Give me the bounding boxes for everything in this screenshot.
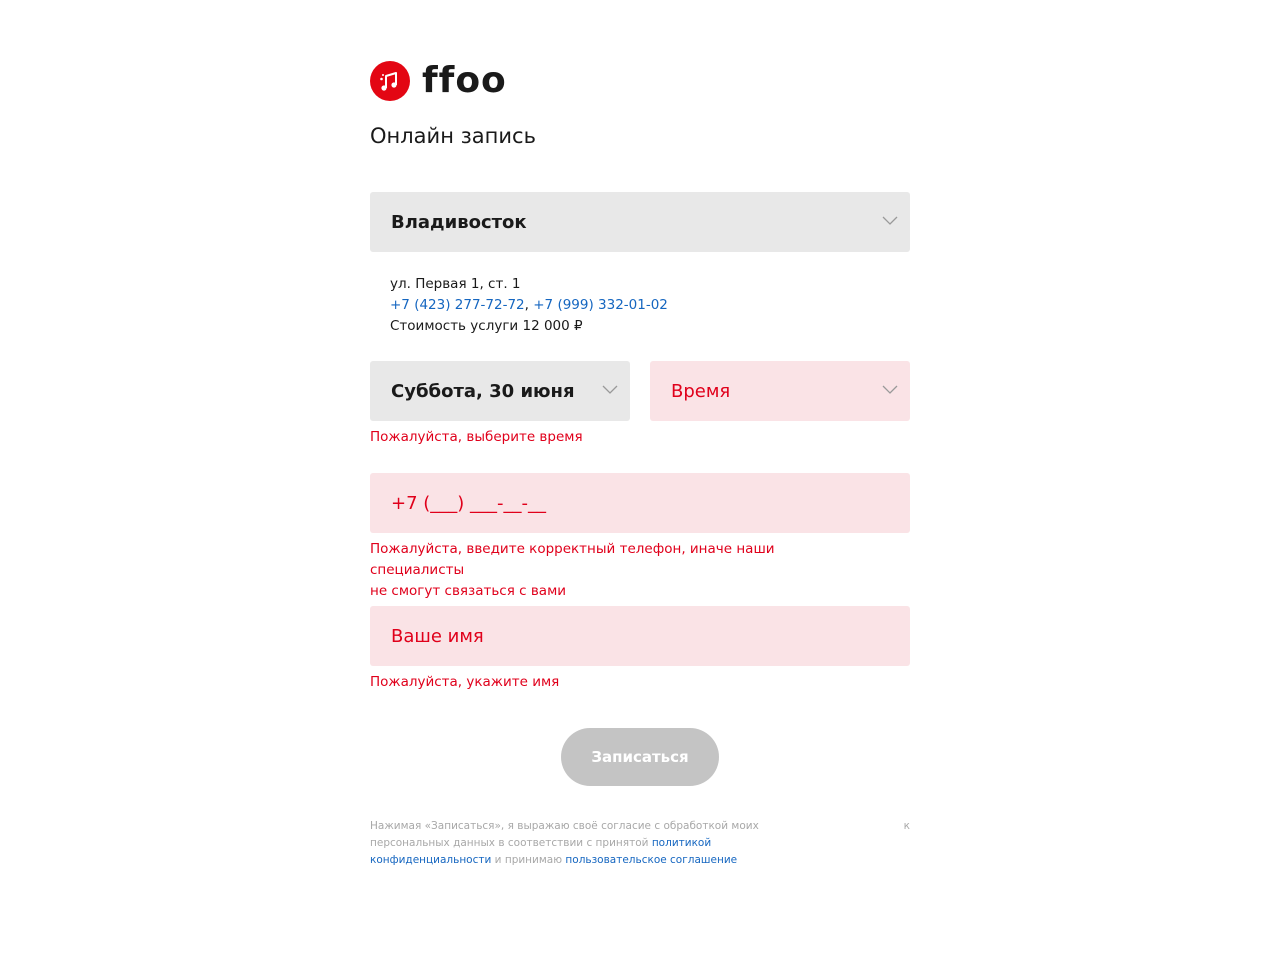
date-select[interactable]: Суббота, 30 июня bbox=[370, 361, 630, 421]
date-select-value: Суббота, 30 июня bbox=[391, 380, 575, 402]
online-booking-page: ffoo Онлайн запись Владивосток ул. Перва… bbox=[0, 0, 1280, 968]
phone-error-message: Пожалуйста, введите корректный телефон, … bbox=[370, 539, 870, 602]
phone-link-1[interactable]: +7 (423) 277-72-72 bbox=[390, 297, 525, 313]
clinic-address: ул. Первая 1, ст. 1 bbox=[390, 276, 521, 292]
chevron-down-icon bbox=[602, 385, 618, 394]
consent-paragraph: Нажимая «Записаться», я выражаю своё сог… bbox=[370, 818, 830, 869]
time-select-placeholder: Время bbox=[671, 380, 731, 402]
service-price: Стоимость услуги 12 000 ₽ bbox=[390, 318, 583, 334]
consent-text: Нажимая «Записаться», я выражаю своё сог… bbox=[370, 818, 910, 869]
phone-error-line-1: Пожалуйста, введите корректный телефон, … bbox=[370, 541, 775, 578]
chevron-down-icon bbox=[882, 385, 898, 394]
clinic-info: ул. Первая 1, ст. 1 +7 (423) 277-72-72, … bbox=[390, 274, 668, 337]
phone-link-2[interactable]: +7 (999) 332-01-02 bbox=[533, 297, 668, 313]
time-error-message: Пожалуйста, выберите время bbox=[370, 429, 583, 445]
clinic-phones: +7 (423) 277-72-72, +7 (999) 332-01-02 bbox=[390, 295, 668, 316]
submit-button[interactable]: Записаться bbox=[561, 728, 719, 786]
brand-logo[interactable]: ffoo bbox=[370, 61, 507, 101]
city-select-value: Владивосток bbox=[391, 211, 527, 233]
phone-input-placeholder: +7 (___) ___-__-__ bbox=[391, 492, 547, 514]
time-select[interactable]: Время bbox=[650, 361, 910, 421]
name-input-placeholder: Ваше имя bbox=[391, 625, 484, 647]
chevron-down-icon bbox=[882, 216, 898, 225]
phone-separator: , bbox=[524, 297, 534, 313]
name-error-message: Пожалуйста, укажите имя bbox=[370, 674, 560, 690]
consent-text-part-2: и принимаю bbox=[491, 854, 566, 866]
page-title: Онлайн запись bbox=[370, 124, 536, 148]
music-note-icon bbox=[370, 61, 410, 101]
brand-name: ffoo bbox=[422, 60, 507, 101]
user-agreement-link[interactable]: пользовательское соглашение bbox=[565, 854, 737, 866]
city-select[interactable]: Владивосток bbox=[370, 192, 910, 252]
phone-error-line-2: не смогут связаться с вами bbox=[370, 583, 567, 599]
name-input[interactable]: Ваше имя bbox=[370, 606, 910, 666]
phone-input[interactable]: +7 (___) ___-__-__ bbox=[370, 473, 910, 533]
consent-trailing-char: к bbox=[903, 820, 910, 832]
